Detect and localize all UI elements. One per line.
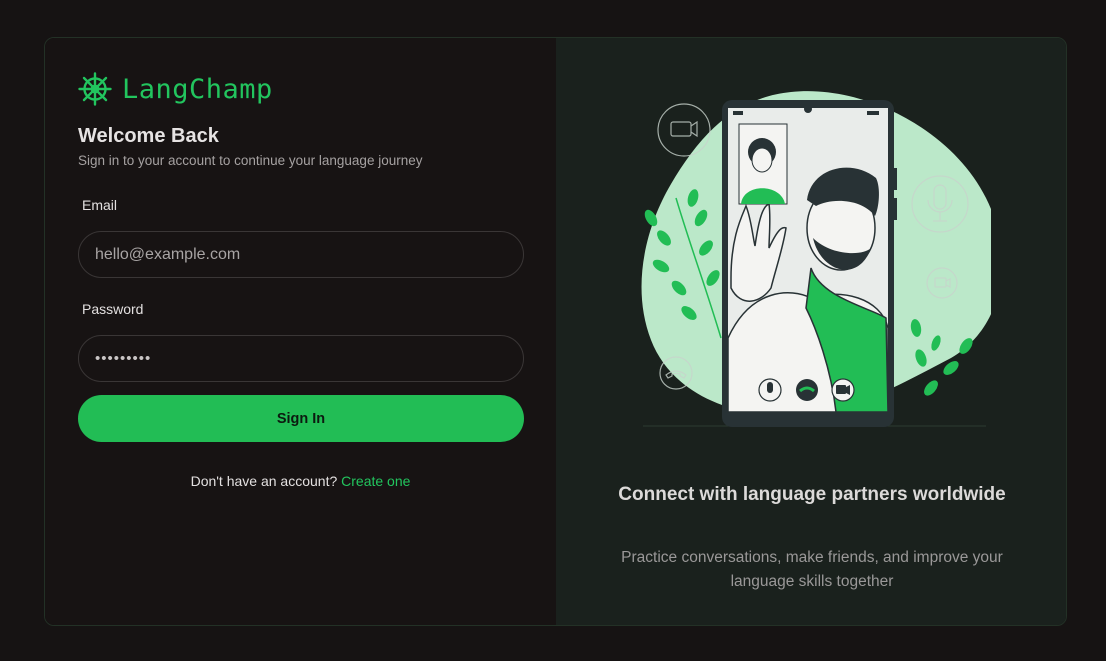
page-subtitle: Sign in to your account to continue your…	[78, 153, 423, 168]
password-value: •••••••••	[95, 350, 152, 367]
promo-panel: Connect with language partners worldwide…	[556, 38, 1066, 625]
login-card: LangChamp Welcome Back Sign in to your a…	[44, 37, 1067, 626]
page-title: Welcome Back	[78, 125, 219, 147]
dharma-wheel-icon	[78, 72, 112, 106]
video-call-illustration	[641, 91, 991, 427]
sign-in-button[interactable]: Sign In	[78, 395, 524, 442]
promo-headline: Connect with language partners worldwide	[618, 484, 1006, 505]
create-account-link[interactable]: Create one	[341, 473, 410, 489]
email-label: Email	[82, 197, 118, 213]
promo-description: Practice conversations, make friends, an…	[621, 549, 1003, 590]
login-panel: LangChamp Welcome Back Sign in to your a…	[45, 38, 556, 625]
signup-prompt: Don't have an account? Create one	[45, 473, 556, 489]
brand: LangChamp	[78, 72, 273, 106]
email-field[interactable]: hello@example.com	[78, 231, 524, 278]
password-label: Password	[82, 301, 144, 317]
signup-text: Don't have an account?	[190, 473, 338, 489]
brand-name: LangChamp	[122, 73, 273, 105]
password-field[interactable]: •••••••••	[78, 335, 524, 382]
email-placeholder: hello@example.com	[95, 245, 241, 263]
